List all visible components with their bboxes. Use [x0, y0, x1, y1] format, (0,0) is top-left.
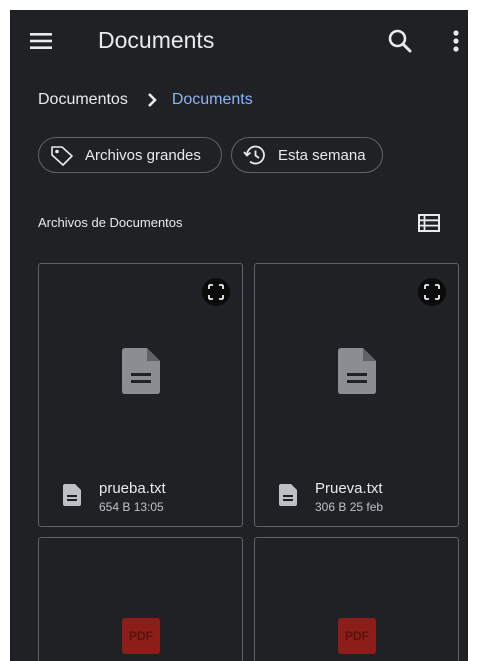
breadcrumb: Documentos Documents	[38, 88, 253, 112]
document-preview-icon	[122, 348, 160, 394]
file-info: Prueva.txt 306 B 25 feb	[275, 480, 455, 516]
text-file-icon	[63, 484, 81, 506]
chip-large-files[interactable]: Archivos grandes	[38, 137, 222, 173]
file-name: Prueva.txt	[315, 480, 383, 497]
document-preview-icon	[338, 348, 376, 394]
tag-icon	[51, 146, 73, 166]
list-view-icon[interactable]	[417, 212, 441, 234]
file-meta: 306 B 25 feb	[315, 500, 384, 514]
file-card[interactable]: prueba.txt 654 B 13:05	[38, 263, 243, 527]
expand-icon[interactable]	[418, 278, 446, 306]
file-card[interactable]: PDF	[38, 537, 243, 661]
page-title: Documents	[98, 27, 215, 53]
file-card[interactable]: Prueva.txt 306 B 25 feb	[254, 263, 459, 527]
chip-label: Archivos grandes	[85, 146, 201, 164]
file-meta: 654 B 13:05	[99, 500, 164, 514]
expand-icon[interactable]	[202, 278, 230, 306]
pdf-icon: PDF	[338, 618, 376, 654]
text-file-icon	[279, 484, 297, 506]
hamburger-menu-icon[interactable]	[28, 28, 54, 54]
chip-this-week[interactable]: Esta semana	[231, 137, 383, 173]
pdf-icon: PDF	[122, 618, 160, 654]
more-vert-icon[interactable]	[447, 26, 465, 56]
chip-label: Esta semana	[278, 146, 366, 164]
search-icon[interactable]	[386, 27, 414, 55]
chevron-right-icon	[147, 93, 157, 107]
breadcrumb-current[interactable]: Documents	[172, 91, 253, 109]
file-name: prueba.txt	[99, 480, 166, 497]
file-info: prueba.txt 654 B 13:05	[59, 480, 239, 516]
top-app-bar: Documents	[10, 10, 468, 72]
history-icon	[243, 145, 265, 165]
file-card[interactable]: PDF	[254, 537, 459, 661]
breadcrumb-root[interactable]: Documentos	[38, 91, 128, 109]
files-screen: Documents Documentos Documents Archivos …	[10, 10, 468, 661]
section-title: Archivos de Documentos	[38, 215, 183, 230]
